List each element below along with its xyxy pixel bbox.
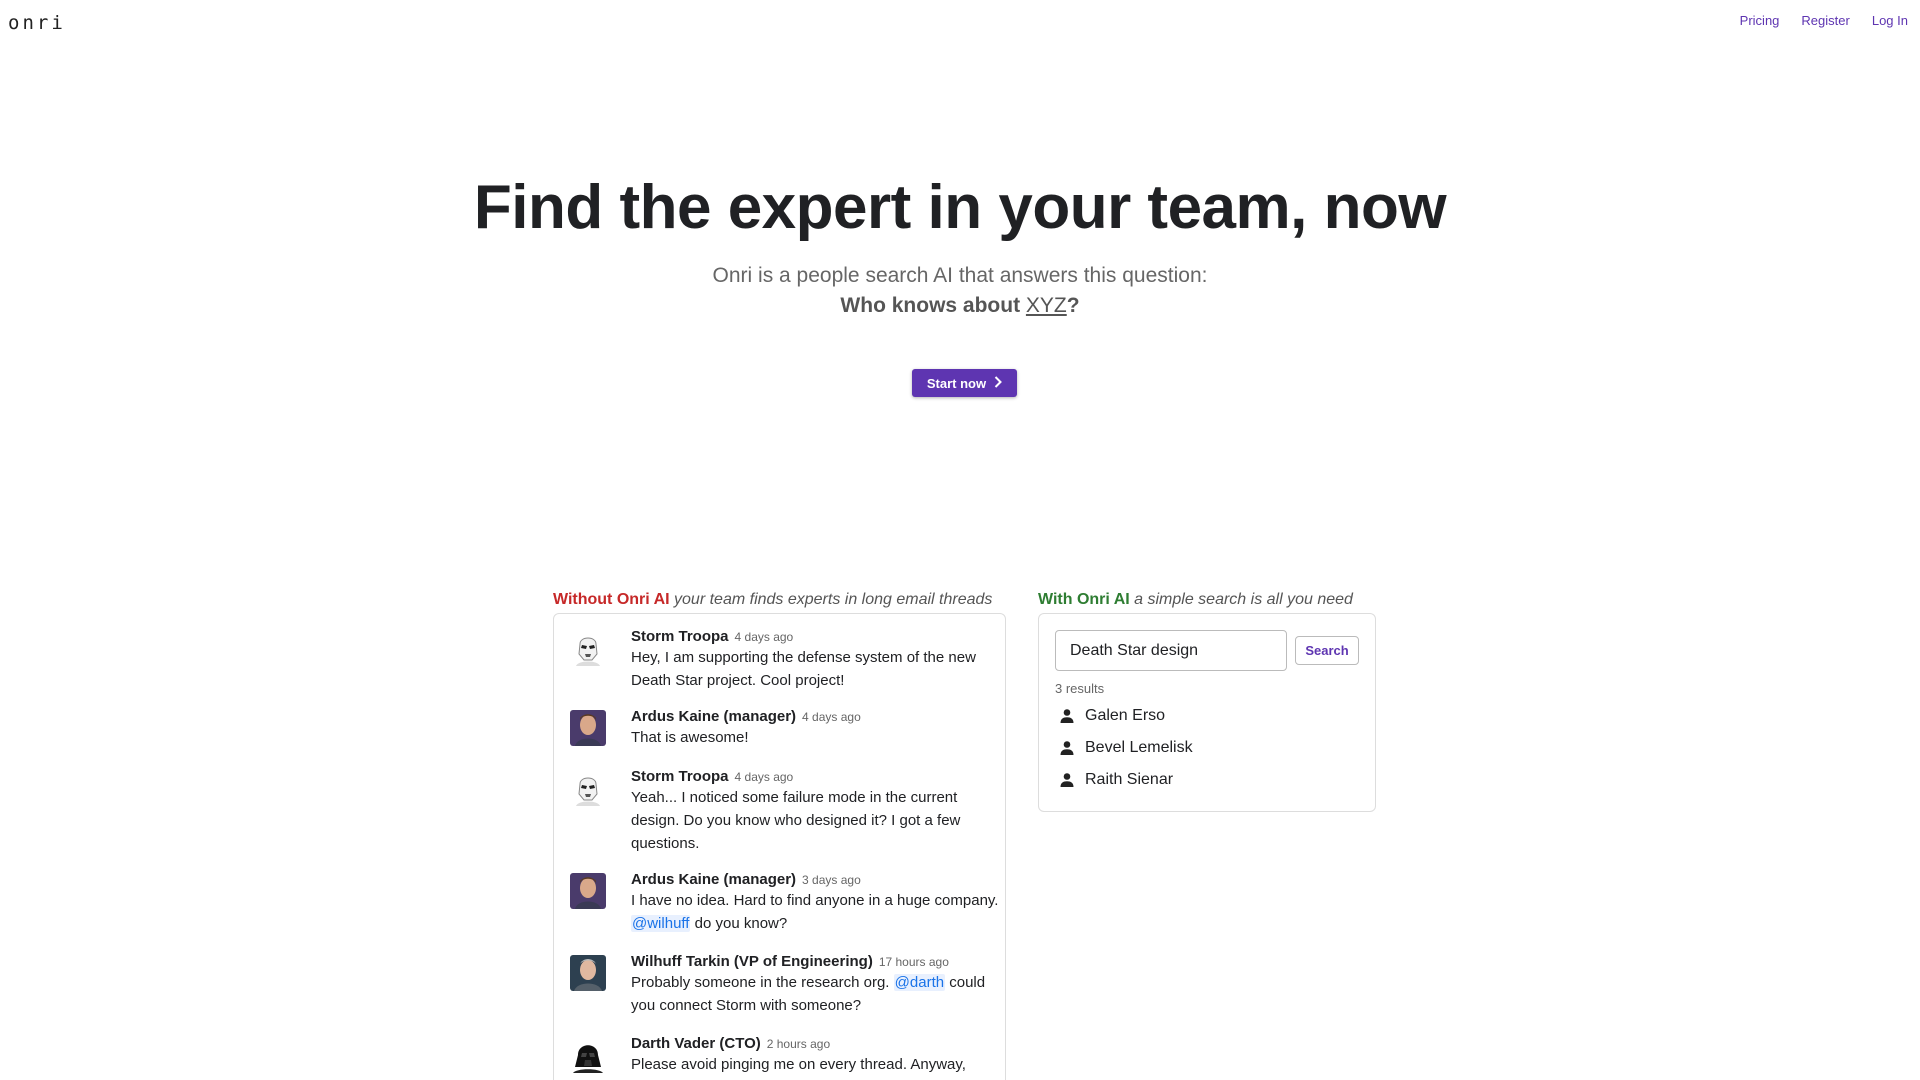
hero-question-prefix: Who knows about bbox=[840, 294, 1026, 317]
hero-title: Find the expert in your team, now bbox=[473, 173, 1447, 242]
message-timestamp: 4 days ago bbox=[734, 630, 794, 644]
without-onri-title: Without Onri AI bbox=[553, 591, 670, 608]
result-count: 3 results bbox=[1055, 681, 1105, 696]
message-timestamp: 4 days ago bbox=[802, 710, 861, 724]
onri-logo[interactable]: onri bbox=[8, 12, 66, 34]
message-body: Ardus Kaine (manager) 4 days ago That is a… bbox=[631, 708, 1003, 749]
nav-login-link[interactable]: Log In bbox=[1872, 13, 1908, 28]
with-onri-caption: a simple search is all you need bbox=[1134, 591, 1353, 608]
message-header: Storm Troopa 4 days ago bbox=[631, 768, 1003, 785]
top-nav: Pricing Register Log In bbox=[1740, 13, 1908, 28]
search-button[interactable]: Search bbox=[1295, 636, 1359, 665]
message-body: Darth Vader (CTO) 2 hours ago Please avoid… bbox=[631, 1035, 1003, 1080]
without-onri-caption: your team finds experts in long email th… bbox=[674, 591, 993, 608]
top-bar: onri Pricing Register Log In bbox=[0, 0, 1920, 42]
with-onri-title: With Onri AI bbox=[1038, 591, 1130, 608]
result-name: Galen Erso bbox=[1085, 707, 1166, 724]
message-author: Storm Troopa bbox=[631, 768, 729, 785]
message-text: Probably someone in the research org. @d… bbox=[631, 971, 1003, 1017]
message-header: Wilhuff Tarkin (VP of Engineering) 17 hou… bbox=[631, 953, 1003, 970]
email-thread-card: Storm Troopa 4 days ago Hey, I am supporti… bbox=[553, 613, 1006, 1080]
without-onri-label: Without Onri AI your team finds experts … bbox=[553, 591, 992, 609]
message-text-part: That is awesome! bbox=[631, 729, 749, 746]
search-card: Search 3 results Galen Erso Bevel Lemeli… bbox=[1038, 613, 1376, 812]
message-text-part: Please avoid pinging me on every thread.… bbox=[631, 1056, 966, 1080]
person-icon bbox=[1059, 772, 1075, 788]
message-text-part: I have no idea. Hard to find anyone in a… bbox=[631, 892, 999, 909]
message-header: Storm Troopa 4 days ago bbox=[631, 628, 1003, 645]
result-name: Bevel Lemelisk bbox=[1085, 739, 1193, 756]
message-text-part: Probably someone in the research org. bbox=[631, 974, 894, 991]
message-text: Hey, I am supporting the defense system … bbox=[631, 646, 1003, 692]
result-name: Raith Sienar bbox=[1085, 771, 1174, 788]
message-text: That is awesome! bbox=[631, 726, 1003, 749]
message-text-part: Yeah... I noticed some failure mode in t… bbox=[631, 789, 961, 852]
person-icon bbox=[1059, 740, 1075, 756]
result-item[interactable]: Bevel Lemelisk bbox=[1059, 736, 1193, 760]
stormtrooper-avatar bbox=[570, 630, 606, 666]
chevron-right-icon bbox=[994, 375, 1003, 391]
message-timestamp: 17 hours ago bbox=[878, 955, 949, 969]
message-body: Storm Troopa 4 days ago Hey, I am supporti… bbox=[631, 628, 1003, 692]
message-author: Ardus Kaine (manager) bbox=[631, 871, 797, 888]
message-body: Ardus Kaine (manager) 3 days ago I have no… bbox=[631, 871, 1003, 935]
vp-avatar bbox=[570, 955, 606, 991]
message-author: Wilhuff Tarkin (VP of Engineering) bbox=[631, 953, 873, 970]
with-onri-label: With Onri AI a simple search is all you … bbox=[1038, 591, 1353, 609]
hero-question-suffix: ? bbox=[1066, 294, 1080, 317]
result-item[interactable]: Raith Sienar bbox=[1059, 768, 1173, 792]
message-author: Darth Vader (CTO) bbox=[631, 1035, 761, 1052]
manager-avatar bbox=[570, 873, 606, 909]
stormtrooper-avatar bbox=[570, 770, 606, 806]
mention-tag[interactable]: @wilhuff bbox=[631, 915, 691, 932]
vader-avatar bbox=[570, 1037, 606, 1073]
message-timestamp: 2 hours ago bbox=[766, 1037, 831, 1051]
message-text: Please avoid pinging me on every thread.… bbox=[631, 1053, 1003, 1080]
manager-avatar bbox=[570, 710, 606, 746]
hero-subtitle: Onri is a people search AI that answers … bbox=[712, 264, 1208, 287]
mention-tag[interactable]: @darth bbox=[893, 974, 946, 991]
message-body: Storm Troopa 4 days ago Yeah... I noticed … bbox=[631, 768, 1003, 855]
message-author: Storm Troopa bbox=[631, 628, 729, 645]
message-text-part: do you know? bbox=[690, 915, 788, 932]
nav-pricing-link[interactable]: Pricing bbox=[1740, 13, 1780, 28]
search-input[interactable] bbox=[1055, 630, 1287, 671]
message-text-part: Hey, I am supporting the defense system … bbox=[631, 649, 976, 689]
message-body: Wilhuff Tarkin (VP of Engineering) 17 hou… bbox=[631, 953, 1003, 1017]
hero-question-topic: XYZ bbox=[1025, 294, 1067, 317]
message-header: Ardus Kaine (manager) 4 days ago bbox=[631, 708, 1003, 725]
nav-register-link[interactable]: Register bbox=[1801, 13, 1849, 28]
person-icon bbox=[1059, 708, 1075, 724]
hero-question: Who knows about XYZ? bbox=[0, 294, 1920, 318]
message-author: Ardus Kaine (manager) bbox=[631, 708, 797, 725]
message-header: Darth Vader (CTO) 2 hours ago bbox=[631, 1035, 1003, 1052]
message-text: Yeah... I noticed some failure mode in t… bbox=[631, 786, 1003, 855]
message-text: I have no idea. Hard to find anyone in a… bbox=[631, 889, 1003, 935]
start-now-button[interactable]: Start now bbox=[912, 369, 1017, 397]
result-item[interactable]: Galen Erso bbox=[1059, 704, 1165, 728]
message-timestamp: 3 days ago bbox=[802, 873, 861, 887]
message-header: Ardus Kaine (manager) 3 days ago bbox=[631, 871, 1003, 888]
start-now-label: Start now bbox=[926, 375, 987, 391]
message-timestamp: 4 days ago bbox=[734, 770, 794, 784]
